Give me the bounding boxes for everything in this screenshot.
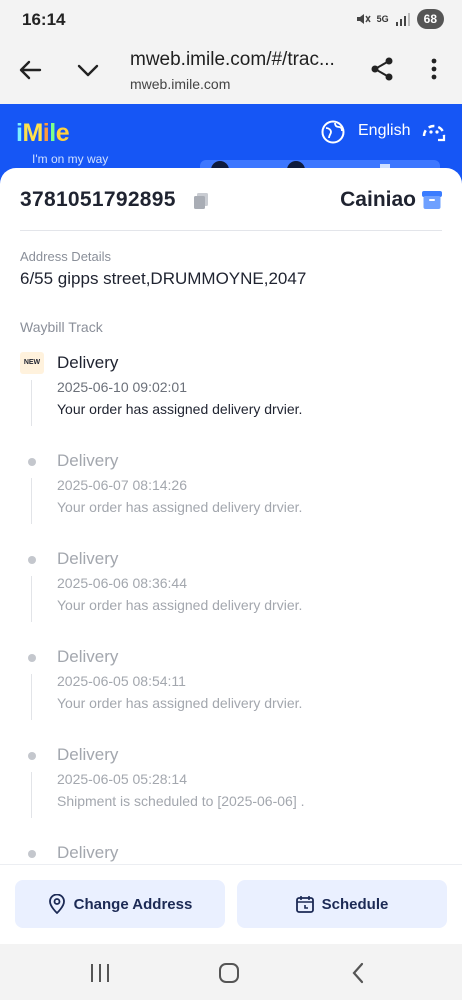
timeline-dot xyxy=(28,556,36,564)
timeline-title: Delivery xyxy=(57,647,119,666)
timeline-desc: Your order has assigned delivery drvier. xyxy=(57,597,303,613)
signal-icon xyxy=(395,12,411,26)
change-address-label: Change Address xyxy=(73,895,193,913)
timeline-item: Delivery 2025-06-07 08:14:26 Your order … xyxy=(0,446,462,544)
timeline-dot xyxy=(28,654,36,662)
url-bar[interactable]: mweb.imile.com/#/trac... xyxy=(130,49,335,71)
timeline-desc: Shipment is scheduled to [2025-06-06] . xyxy=(57,793,305,809)
timeline-time: 2025-06-07 08:14:26 xyxy=(57,477,187,493)
status-icons: 5G 68 xyxy=(355,9,444,29)
status-bar: 16:14 5G 68 xyxy=(0,0,462,40)
new-badge: NEW xyxy=(20,352,44,374)
home-icon[interactable] xyxy=(218,962,240,984)
timeline-desc: Your order has assigned delivery drvier. xyxy=(57,695,303,711)
tracking-number: 3781051792895 xyxy=(20,188,176,211)
more-vert-icon[interactable] xyxy=(422,55,446,83)
globe-icon[interactable] xyxy=(320,119,346,145)
timeline-item: Delivery 2025-06-06 08:36:44 Your order … xyxy=(0,544,462,642)
status-time: 16:14 xyxy=(22,10,66,29)
timeline-connector xyxy=(31,478,32,524)
timeline-time: 2025-06-05 08:54:11 xyxy=(57,673,186,689)
timeline-time: 2025-06-06 08:36:44 xyxy=(57,575,187,591)
tracking-card: 3781051792895 Cainiao Address Details 6/… xyxy=(0,168,462,868)
divider xyxy=(20,230,442,231)
browser-toolbar: mweb.imile.com/#/trac... mweb.imile.com xyxy=(0,40,462,104)
back-icon[interactable] xyxy=(350,961,366,985)
timeline-connector xyxy=(31,772,32,818)
headset-icon[interactable] xyxy=(418,116,450,148)
timeline-connector xyxy=(31,674,32,720)
timeline-connector xyxy=(31,576,32,622)
address-label: Address Details xyxy=(20,249,112,264)
battery-icon: 68 xyxy=(416,9,444,29)
carrier-name: Cainiao xyxy=(340,188,416,211)
location-pin-icon xyxy=(48,894,66,914)
timeline-dot xyxy=(28,752,36,760)
schedule-button[interactable]: Schedule xyxy=(237,880,447,928)
share-icon[interactable] xyxy=(368,55,396,83)
timeline-connector xyxy=(31,380,32,426)
url-domain: mweb.imile.com xyxy=(130,76,231,92)
mute-icon xyxy=(355,11,371,27)
chevron-down-icon[interactable] xyxy=(74,56,102,84)
timeline-title: Delivery xyxy=(57,549,119,568)
timeline-title: Delivery xyxy=(57,451,119,470)
header-tagline: I'm on my way xyxy=(32,152,109,166)
timeline-desc: Your order has assigned delivery drvier. xyxy=(57,401,303,417)
waybill-track-label: Waybill Track xyxy=(20,319,103,335)
timeline-time: 2025-06-10 09:02:01 xyxy=(57,379,187,395)
timeline-desc: Your order has assigned delivery drvier. xyxy=(57,499,303,515)
timeline-title: Delivery xyxy=(57,353,119,372)
system-nav-bar xyxy=(0,944,462,1000)
imile-logo: iMile xyxy=(16,119,70,147)
timeline-item: NEW Delivery 2025-06-10 09:02:01 Your or… xyxy=(0,348,462,446)
address-value: 6/55 gipps street,DRUMMOYNE,2047 xyxy=(20,269,307,288)
timeline-time: 2025-06-05 05:28:14 xyxy=(57,771,187,787)
change-address-button[interactable]: Change Address xyxy=(15,880,225,928)
timeline-dot xyxy=(28,850,36,858)
network-label: 5G xyxy=(376,14,389,24)
timeline-item: Delivery 2025-06-05 05:28:14 Shipment is… xyxy=(0,740,462,838)
timeline-title: Delivery xyxy=(57,745,119,764)
language-selector[interactable]: English xyxy=(358,122,410,140)
back-arrow-icon[interactable] xyxy=(16,56,44,84)
carrier-box-icon xyxy=(422,191,442,209)
timeline-title: Delivery xyxy=(57,843,119,862)
schedule-label: Schedule xyxy=(321,895,389,913)
calendar-icon xyxy=(295,895,314,913)
timeline-item: Delivery 2025-06-05 08:54:11 Your order … xyxy=(0,642,462,740)
recent-apps-icon[interactable] xyxy=(88,962,112,984)
copy-icon[interactable] xyxy=(194,193,208,209)
timeline-dot xyxy=(28,458,36,466)
action-bar: Change Address Schedule xyxy=(0,864,462,944)
